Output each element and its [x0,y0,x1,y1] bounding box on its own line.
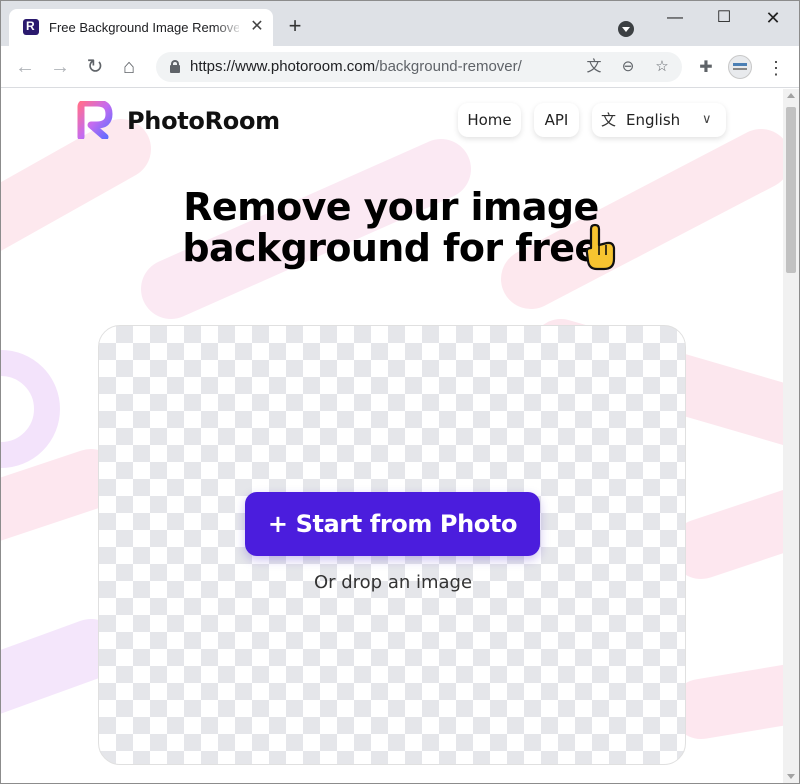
tab-strip: Free Background Image Remover ✕ + — ☐ ✕ [1,1,799,46]
chevron-down-icon: ∨ [702,112,712,127]
translate-icon[interactable]: 文 [584,57,604,77]
page-scrollbar[interactable] [783,89,799,783]
nav-api-link[interactable]: API [534,103,579,137]
page-viewport: PhotoRoom Home API 文 English ∨ Remove yo… [1,89,783,783]
forward-arrow-icon[interactable]: → [48,55,72,79]
drop-image-hint: Or drop an image [313,572,473,593]
start-from-photo-button[interactable]: + Start from Photo [245,492,540,556]
url-path: /background-remover/ [375,58,522,75]
brand-name: PhotoRoom [127,107,280,135]
language-selector[interactable]: 文 English ∨ [592,103,726,137]
url-host: https://www.photoroom.com [190,58,376,75]
scroll-down-arrow-icon[interactable] [787,774,795,779]
address-bar[interactable]: https://www.photoroom.com/background-rem… [156,52,682,82]
nav-home-link[interactable]: Home [458,103,521,137]
photoroom-logo[interactable]: PhotoRoom [77,101,280,141]
scrollbar-thumb[interactable] [786,107,796,273]
page-headline: Remove your image background for free [151,187,631,269]
back-arrow-icon[interactable]: ← [13,55,37,79]
window-close-button[interactable]: ✕ [753,7,793,29]
zoom-icon[interactable]: ⊖ [618,57,638,77]
tab-title: Free Background Image Remover [49,20,239,35]
photoroom-logo-icon [77,101,113,139]
language-label: English [626,111,681,129]
browser-window: Free Background Image Remover ✕ + — ☐ ✕ … [0,0,800,784]
extensions-puzzle-icon[interactable]: ✚ [695,57,717,79]
headline-line-1: Remove your image [183,185,599,229]
new-tab-button[interactable]: + [283,15,307,39]
photoroom-favicon-icon [23,19,39,35]
tab-search-icon[interactable] [618,21,634,37]
pointing-hand-icon [585,223,616,271]
url-text[interactable]: https://www.photoroom.com/background-rem… [190,58,522,75]
browser-tab[interactable]: Free Background Image Remover ✕ [9,9,273,46]
profile-avatar-icon[interactable] [728,55,752,79]
lock-icon[interactable] [170,60,180,73]
browser-toolbar: ← → ↻ ⌂ https://www.photoroom.com/backgr… [1,46,799,88]
headline-line-2: background for free [182,226,600,270]
window-maximize-button[interactable]: ☐ [704,7,744,29]
upload-dropzone[interactable]: + Start from Photo Or drop an image [98,325,686,765]
reload-icon[interactable]: ↻ [83,55,107,79]
tab-close-icon[interactable]: ✕ [248,18,266,36]
home-icon[interactable]: ⌂ [117,55,141,79]
scroll-up-arrow-icon[interactable] [787,93,795,98]
browser-menu-icon[interactable]: ⋮ [765,57,787,79]
window-minimize-button[interactable]: — [655,7,695,29]
translate-language-icon: 文 [601,111,617,129]
bookmark-star-icon[interactable]: ☆ [652,57,672,77]
